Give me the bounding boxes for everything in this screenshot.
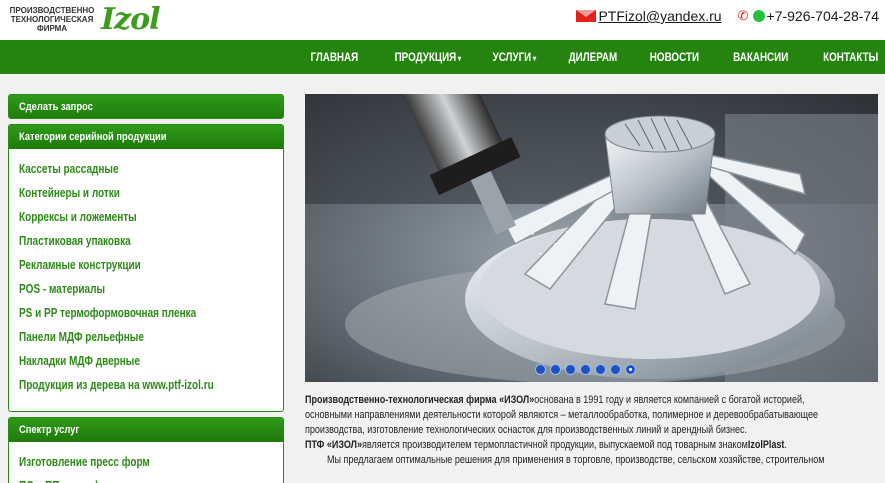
category-label: Рекламные конструкции bbox=[19, 258, 141, 272]
slider-dot[interactable] bbox=[565, 364, 576, 375]
services-header: Спектр услуг bbox=[9, 418, 283, 442]
logo-line-1: ПРОИЗВОДСТВЕННО bbox=[9, 6, 95, 15]
category-link[interactable]: POS - материалы bbox=[19, 277, 273, 301]
slider-dots bbox=[535, 364, 640, 375]
caret-down-icon: ▾ bbox=[532, 54, 537, 63]
category-link[interactable]: Панели МДФ рельефные bbox=[19, 325, 273, 349]
category-link[interactable]: Коррексы и ложементы bbox=[19, 205, 273, 229]
caret-down-icon: ▾ bbox=[457, 54, 461, 63]
image-slider[interactable] bbox=[305, 94, 878, 382]
slider-dot[interactable] bbox=[535, 364, 546, 375]
nav-item-3[interactable]: ДИЛЕРАМ bbox=[569, 50, 618, 64]
category-label: Панели МДФ рельефные bbox=[19, 330, 144, 344]
category-link[interactable]: Накладки МДФ дверные bbox=[19, 349, 273, 373]
phone-link[interactable]: +7-926-704-28-74 bbox=[767, 8, 879, 24]
category-label: Кассеты рассадные bbox=[19, 162, 119, 176]
intro-line-4: ПТФ «ИЗОЛ» является производителем термо… bbox=[305, 439, 787, 451]
category-label: Контейнеры и лотки bbox=[19, 186, 120, 200]
nav-item-label: НОВОСТИ bbox=[650, 50, 700, 64]
request-button[interactable]: Сделать запрос bbox=[9, 95, 283, 118]
nav-item-label: КОНТАКТЫ bbox=[822, 50, 878, 64]
category-label: Накладки МДФ дверные bbox=[19, 354, 140, 368]
categories-header: Категории серийной продукции bbox=[9, 125, 283, 149]
slider-dot[interactable] bbox=[550, 364, 561, 375]
nav-item-6[interactable]: КОНТАКТЫ bbox=[823, 50, 878, 64]
nav-item-label: ПРОДУКЦИЯ bbox=[394, 50, 457, 64]
intro-line-2: основными направлениями деятельности кот… bbox=[305, 409, 819, 421]
category-link[interactable]: Продукция из дерева на www.ptf-izol.ru bbox=[19, 373, 273, 397]
nav-item-0[interactable]: ГЛАВНАЯ bbox=[310, 50, 358, 64]
services-title: Спектр услуг bbox=[19, 424, 80, 436]
logo-line-3: ФИРМА bbox=[36, 24, 68, 33]
nav-item-label: ВАКАНСИИ bbox=[733, 50, 789, 64]
category-label: Коррексы и ложементы bbox=[19, 210, 137, 224]
category-label: PS и PP термоформовочная пленка bbox=[19, 306, 197, 320]
category-link[interactable]: Рекламные конструкции bbox=[19, 253, 273, 277]
nav-menu: ГЛАВНАЯ ПРОДУКЦИЯ ▾ УСЛУГИ ▾ ДИЛЕРАМ НОВОСТИ ВА… bbox=[278, 40, 878, 74]
nav-item-4[interactable]: НОВОСТИ bbox=[650, 50, 699, 64]
category-link[interactable]: Кассеты рассадные bbox=[19, 157, 273, 181]
nav-item-1[interactable]: ПРОДУКЦИЯ ▾ bbox=[394, 50, 461, 64]
logo-mark[interactable]: Izol bbox=[101, 2, 160, 37]
nav-item-2[interactable]: УСЛУГИ ▾ bbox=[493, 50, 537, 64]
request-label: Сделать запрос bbox=[19, 101, 93, 113]
intro-line-3: производства, изготовление технологическ… bbox=[305, 424, 748, 436]
slider-dot[interactable] bbox=[595, 364, 606, 375]
category-link[interactable]: PS и PP термоформовочная пленка bbox=[19, 301, 273, 325]
service-link[interactable]: Изготовление пресс форм bbox=[19, 450, 273, 474]
nav-item-label: ДИЛЕРАМ bbox=[568, 50, 618, 64]
categories-list: Кассеты рассадные Контейнеры и лотки Корре… bbox=[9, 149, 283, 397]
nav-item-label: ГЛАВНАЯ bbox=[310, 50, 358, 64]
contacts: PTFizol@yandex.ru ✆ +7-926-704-28-74 bbox=[576, 8, 879, 24]
slider-dot[interactable] bbox=[580, 364, 591, 375]
intro-line-1-rest: основана в 1991 году и является компание… bbox=[534, 394, 805, 406]
logo-line-2: ТЕХНОЛОГИЧЕСКАЯ bbox=[10, 15, 94, 24]
intro-line-1: Производственно-технологическая фирма «И… bbox=[305, 393, 878, 408]
logo-text[interactable]: ПРОИЗВОДСТВЕННО ТЕХНОЛОГИЧЕСКАЯ ФИРМА bbox=[6, 6, 98, 33]
main-nav: ГЛАВНАЯ ПРОДУКЦИЯ ▾ УСЛУГИ ▾ ДИЛЕРАМ НОВОСТИ ВА… bbox=[0, 40, 885, 74]
category-label: POS - материалы bbox=[19, 282, 106, 296]
nav-item-label: УСЛУГИ bbox=[492, 50, 532, 64]
company-name: Производственно-технологическая фирма «И… bbox=[305, 394, 535, 406]
top-header: ПРОИЗВОДСТВЕННО ТЕХНОЛОГИЧЕСКАЯ ФИРМА Iz… bbox=[0, 0, 885, 40]
services-panel: Спектр услуг Изготовление пресс форм ПС и… bbox=[8, 417, 284, 483]
category-link[interactable]: Пластиковая упаковка bbox=[19, 229, 273, 253]
categories-panel: Категории серийной продукции Кассеты рас… bbox=[8, 124, 284, 412]
service-link[interactable]: ПС и ПП термоформ bbox=[19, 474, 273, 483]
service-label: ПС и ПП термоформ bbox=[19, 474, 120, 483]
envelope-icon bbox=[576, 10, 597, 22]
nav-item-5[interactable]: ВАКАНСИИ bbox=[734, 50, 789, 64]
category-link[interactable]: Контейнеры и лотки bbox=[19, 181, 273, 205]
request-panel: Сделать запрос bbox=[8, 94, 284, 119]
category-label: Пластиковая упаковка bbox=[19, 234, 131, 248]
izolplast-brand: IzolPlast bbox=[747, 439, 785, 451]
service-label: Изготовление пресс форм bbox=[19, 455, 150, 469]
category-label: Продукция из дерева на www.ptf-izol.ru bbox=[19, 378, 214, 392]
email-link[interactable]: PTFizol@yandex.ru bbox=[598, 8, 721, 24]
phone-icon: ✆ bbox=[737, 8, 749, 23]
slider-dot[interactable] bbox=[625, 364, 636, 375]
intro-text: Производственно-технологическая фирма «И… bbox=[305, 393, 878, 468]
slider-dot[interactable] bbox=[610, 364, 621, 375]
ptf-izol-bold: ПТФ «ИЗОЛ» bbox=[305, 439, 363, 451]
whatsapp-icon bbox=[752, 10, 765, 22]
slide-image bbox=[305, 94, 878, 382]
services-list: Изготовление пресс форм ПС и ПП термоформ bbox=[9, 442, 283, 483]
categories-title: Категории серийной продукции bbox=[19, 131, 167, 143]
intro-line-5: Мы предлагаем оптимальные решения для пр… bbox=[327, 454, 825, 466]
